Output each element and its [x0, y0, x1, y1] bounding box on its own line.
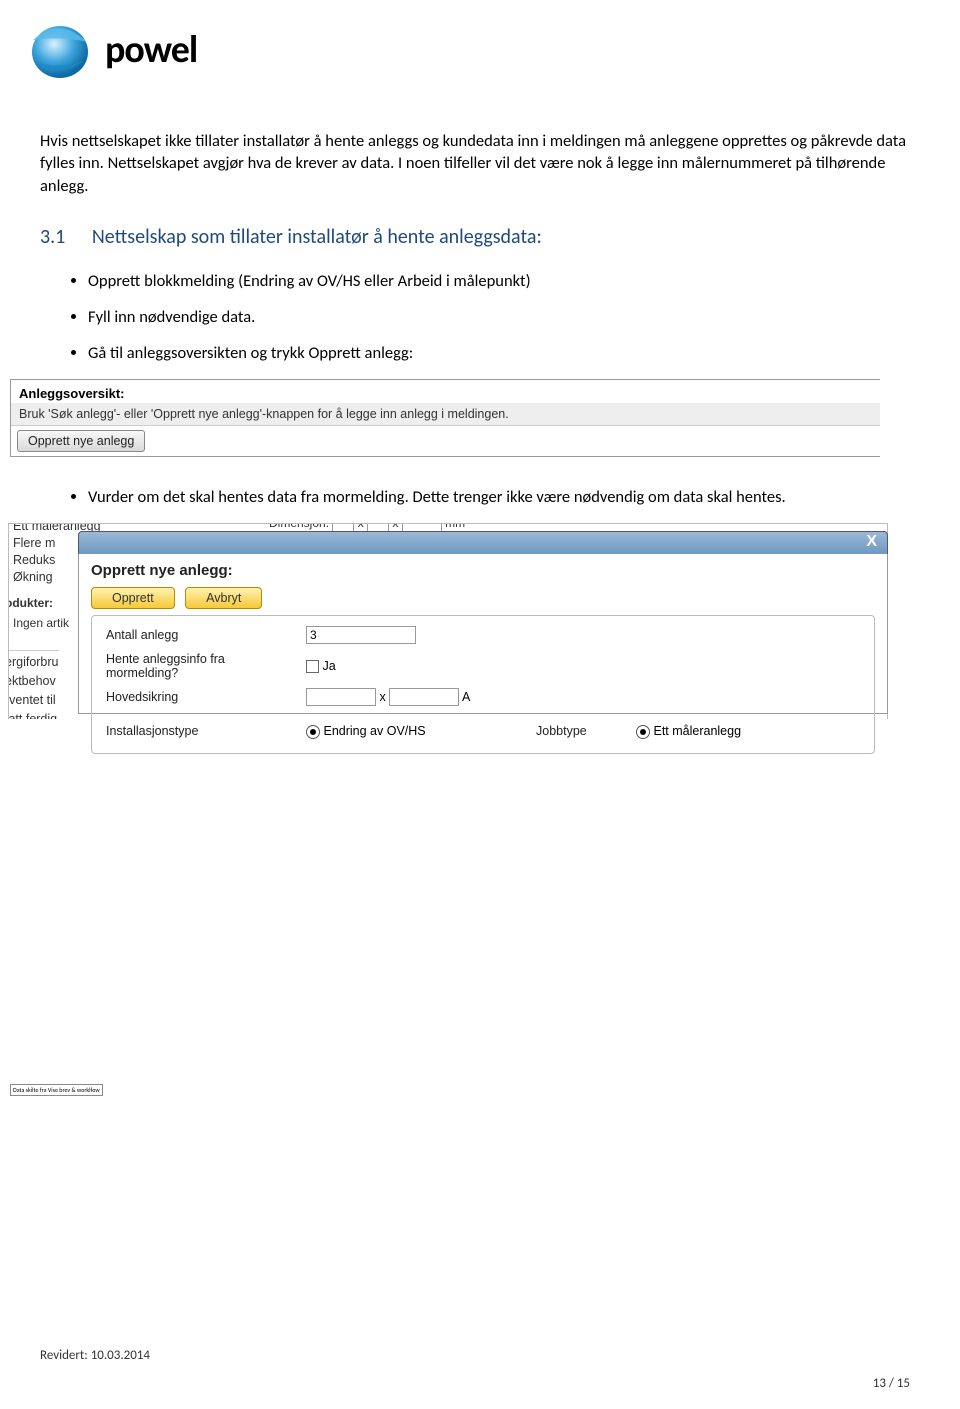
label-x: x	[379, 690, 385, 704]
label-hente-mormelding: Hente anleggsinfo fra mormelding?	[102, 648, 302, 684]
tiny-caption: Data skilte fra Vise brev & worklfow	[10, 1084, 103, 1096]
modal-title: Opprett nye anlegg:	[91, 562, 875, 579]
bullet-list-1: Opprett blokkmelding (Endring av OV/HS e…	[40, 271, 920, 363]
label-ampere: A	[462, 690, 470, 704]
jobbtype-radio[interactable]	[636, 725, 650, 739]
opprett-nye-anlegg-button[interactable]: Opprett nye anlegg	[17, 430, 145, 452]
modal-titlebar: X	[78, 531, 888, 555]
opprett-modal: Opprett nye anlegg: Opprett Avbryt Antal…	[78, 554, 888, 714]
installasjonstype-option: Endring av OV/HS	[323, 724, 425, 738]
list-item: Vurder om det skal hentes data fra morme…	[88, 487, 920, 507]
brand-header: powel	[25, 20, 920, 80]
section-title: Nettselskap som tillater installatør å h…	[92, 225, 542, 249]
label-installasjonstype: Installasjonstype	[102, 710, 302, 743]
section-heading: 3.1 Nettselskap som tillater installatør…	[40, 225, 920, 249]
bg-text: ergiforbru	[8, 653, 59, 672]
panel-title: Anleggsoversikt:	[11, 380, 880, 403]
revised-date: Revidert: 10.03.2014	[40, 1348, 150, 1363]
list-item: Fyll inn nødvendige data.	[88, 307, 920, 327]
opprett-modal-screenshot: Ett måleranlegg Flere m Reduks Økning Di…	[8, 523, 888, 719]
modal-form-panel: Antall anlegg Hente anleggsinfo fra morm…	[91, 615, 875, 754]
label-jobbtype: Jobbtype	[532, 710, 632, 743]
section-number: 3.1	[40, 225, 65, 249]
page-number: 13 / 15	[873, 1376, 910, 1391]
bg-text: odukter:	[8, 596, 53, 610]
antall-anlegg-input[interactable]	[306, 626, 416, 644]
bullet-list-2: Vurder om det skal hentes data fra morme…	[40, 487, 920, 507]
list-item: Opprett blokkmelding (Endring av OV/HS e…	[88, 271, 920, 291]
intro-paragraph: Hvis nettselskapet ikke tillater install…	[40, 130, 920, 197]
installasjonstype-radio[interactable]	[306, 725, 320, 739]
label-hovedsikring: Hovedsikring	[102, 684, 302, 710]
brand-name: powel	[105, 27, 197, 73]
jobbtype-option: Ett måleranlegg	[653, 724, 741, 738]
opprett-button[interactable]: Opprett	[91, 587, 175, 609]
hente-checkbox[interactable]	[306, 660, 319, 673]
hovedsikring-input-2[interactable]	[389, 688, 459, 706]
label-ja: Ja	[322, 659, 335, 673]
anleggsoversikt-panel: Anleggsoversikt: Bruk 'Søk anlegg'- elle…	[10, 379, 880, 457]
bg-text: tatt ferdig	[8, 710, 59, 719]
powel-logo-icon	[25, 20, 95, 80]
panel-hint: Bruk 'Søk anlegg'- eller 'Opprett nye an…	[11, 403, 880, 425]
list-item: Gå til anleggsoversikten og trykk Oppret…	[88, 343, 920, 363]
bg-text: Ingen artik	[13, 616, 69, 630]
hovedsikring-input-1[interactable]	[306, 688, 376, 706]
bg-text: rventet til	[8, 691, 59, 710]
avbryt-button[interactable]: Avbryt	[185, 587, 262, 609]
label-antall-anlegg: Antall anlegg	[102, 622, 302, 648]
bg-text: ektbehov	[8, 672, 59, 691]
close-icon[interactable]: X	[866, 533, 877, 551]
